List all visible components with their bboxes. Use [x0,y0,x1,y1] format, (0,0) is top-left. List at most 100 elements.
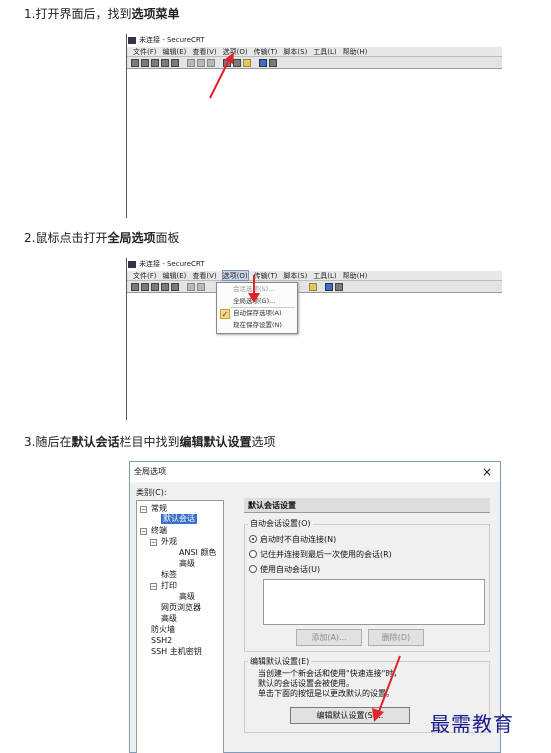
step-3-bold-2: 编辑默认设置 [179,435,252,449]
connect-icon[interactable] [131,58,139,67]
radio-label: 记住并连接到最后一次使用的会话(R) [260,550,392,559]
step-1-text: 1.打开界面后，找到选项菜单 [24,6,179,22]
step-3-bold: 默认会话 [71,435,120,449]
terminal-area[interactable] [127,293,502,420]
disconnect-icon[interactable] [171,58,179,67]
dialog-title-bar: 全局选项 × [130,462,500,482]
connect-tab-icon[interactable] [151,282,159,291]
step-3-prefix: 3.随后在 [24,435,72,449]
radio-icon [249,565,257,573]
quick-connect-icon[interactable] [141,282,149,291]
quick-connect-icon[interactable] [141,58,149,67]
collapse-icon[interactable]: − [150,583,157,590]
category-tree: − 常规 默认会话 − 终端 − 外观 ANSI 颜色 高级 标签 − 打印 高… [136,500,224,753]
window-title: 未连接 - SecureCRT [127,34,502,47]
red-arrow-1 [209,52,234,99]
watermark-logo: 最需教育 [430,712,514,736]
toolbar [127,281,502,293]
tree-item-ansi-color[interactable]: ANSI 颜色 [179,548,216,558]
radio-selected-icon [249,535,257,543]
tree-item-appearance[interactable]: 外观 [161,537,177,547]
help-icon[interactable] [325,282,333,291]
menu-edit[interactable]: 编辑(E) [163,271,187,280]
add-button[interactable]: 添加(A)... [296,629,362,646]
menu-item-session-options[interactable]: 会话选项(S)... [233,283,297,295]
radio-use-auto-session[interactable]: 使用自动会话(U) [249,564,320,575]
reconnect-icon[interactable] [161,58,169,67]
step-2-bold: 全局选项 [107,231,156,245]
toolbar [127,57,502,69]
menu-options[interactable]: 选项(O) [221,270,249,281]
step-1-bold: 选项菜单 [131,7,180,21]
tree-item-advanced-appearance[interactable]: 高级 [179,559,195,569]
keymap-icon[interactable] [335,282,343,291]
window-title: 未连接 - SecureCRT [127,258,502,271]
radio-label: 启动时不自动连接(N) [260,535,337,544]
key-icon[interactable] [243,58,251,67]
securecrt-window-1: 未连接 - SecureCRT 文件(F) 编辑(E) 查看(V) 选项(O) … [126,34,502,218]
paste-icon[interactable] [197,282,205,291]
delete-button[interactable]: 删除(D) [368,629,424,646]
tree-item-print[interactable]: 打印 [161,581,177,591]
checkmark-icon: ✓ [220,309,230,319]
panel-title: 默认会话设置 [244,498,490,513]
menu-script[interactable]: 脚本(S) [283,271,307,280]
category-label: 类别(C): [136,488,167,497]
step-2-suffix: 面板 [155,231,180,245]
step-3-suffix: 栏目中找到 [119,435,180,449]
step-1-prefix: 1.打开界面后，找到 [24,7,132,21]
help-icon[interactable] [259,58,267,67]
key-icon[interactable] [309,282,317,291]
disconnect-icon[interactable] [171,282,179,291]
menu-item-save-now[interactable]: 现在保存设置(N) [233,319,297,331]
connect-icon[interactable] [131,282,139,291]
menu-divider [231,307,295,308]
tree-item-terminal[interactable]: 终端 [151,526,167,536]
tree-item-ssh2[interactable]: SSH2 [151,636,172,646]
copy-icon[interactable] [187,282,195,291]
radio-label: 使用自动会话(U) [260,565,321,574]
copy-icon[interactable] [187,58,195,67]
menu-file[interactable]: 文件(F) [133,271,157,280]
radio-no-auto-connect[interactable]: 启动时不自动连接(N) [249,534,336,545]
menu-transfer[interactable]: 传输(T) [254,47,278,56]
menu-item-global-options[interactable]: 全局选项(G)... [233,295,297,307]
menu-tools[interactable]: 工具(L) [313,47,336,56]
step-2-prefix: 2.鼠标点击打开 [24,231,108,245]
radio-remember-last-session[interactable]: 记住并连接到最后一次使用的会话(R) [249,549,392,560]
tree-item-ssh-host-keys[interactable]: SSH 主机密钥 [151,647,202,657]
reconnect-icon[interactable] [161,282,169,291]
auto-session-group-label: 自动会话设置(O) [248,518,313,529]
tree-item-web-browser[interactable]: 网页浏览器 [161,603,201,613]
menu-help[interactable]: 帮助(H) [343,47,368,56]
step-3-text: 3.随后在默认会话栏目中找到编辑默认设置选项 [24,434,276,450]
collapse-icon[interactable]: − [150,539,157,546]
menu-bar: 文件(F) 编辑(E) 查看(V) 选项(O) 传输(T) 脚本(S) 工具(L… [127,47,502,57]
menu-file[interactable]: 文件(F) [133,47,157,56]
keymap-icon[interactable] [269,58,277,67]
terminal-area[interactable] [127,69,502,218]
menu-tools[interactable]: 工具(L) [313,271,336,280]
tree-item-advanced[interactable]: 高级 [161,614,177,624]
tree-item-default-session[interactable]: 默认会话 [161,514,197,524]
collapse-icon[interactable]: − [140,528,147,535]
auto-session-list[interactable] [263,579,485,625]
menu-view[interactable]: 查看(V) [192,271,216,280]
tree-item-firewall[interactable]: 防火墙 [151,625,175,635]
connect-tab-icon[interactable] [151,58,159,67]
menu-edit[interactable]: 编辑(E) [163,47,187,56]
step-2-text: 2.鼠标点击打开全局选项面板 [24,230,179,246]
securecrt-window-2: 未连接 - SecureCRT 文件(F) 编辑(E) 查看(V) 选项(O) … [126,258,502,420]
menu-item-auto-save[interactable]: 自动保存选项(A) [233,307,297,319]
menu-help[interactable]: 帮助(H) [343,271,368,280]
red-arrow-3 [372,655,401,722]
menu-script[interactable]: 脚本(S) [283,47,307,56]
tree-item-tabs[interactable]: 标签 [161,570,177,580]
tree-item-general[interactable]: 常规 [151,504,167,514]
close-icon[interactable]: × [482,462,492,482]
collapse-icon[interactable]: − [140,506,147,513]
dialog-title: 全局选项 [134,467,166,476]
tree-item-advanced-print[interactable]: 高级 [179,592,195,602]
red-arrow-2 [248,275,260,303]
edit-default-group-label: 编辑默认设置(E) [248,656,312,667]
